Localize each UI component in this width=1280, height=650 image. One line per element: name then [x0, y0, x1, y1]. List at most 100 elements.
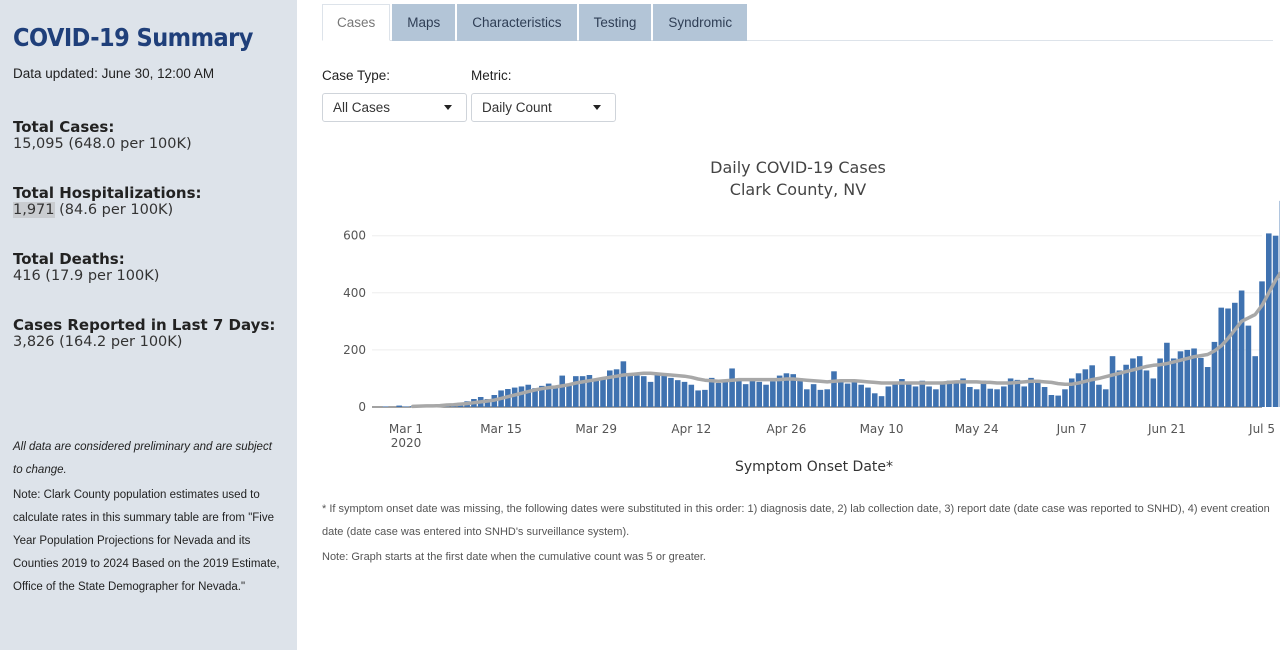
case-type-label: Case Type: — [322, 68, 391, 83]
bar — [1055, 395, 1061, 407]
x-tick-label: Apr 12 — [671, 422, 711, 436]
bar — [640, 376, 647, 407]
x-tick-label: Mar 1 — [389, 422, 423, 436]
x-tick-label: Mar 29 — [575, 422, 617, 436]
x-tick-label: 2020 — [391, 436, 422, 450]
tab-bar: Cases Maps Characteristics Testing Syndr… — [322, 4, 1273, 41]
bar — [1164, 342, 1170, 407]
x-axis-ticks: Mar 12020 Mar 15 Mar 29 Apr 12 Apr 26 May 10 M… — [389, 422, 1275, 450]
bar — [1062, 389, 1068, 407]
bar — [953, 381, 960, 407]
graph-start-footnote: Note: Graph starts at the first date whe… — [322, 551, 706, 563]
bar — [695, 390, 701, 407]
stat-label: Total Deaths: — [13, 250, 125, 268]
bar — [593, 379, 599, 407]
bar — [518, 386, 525, 407]
stat-cases-last-7-days: Cases Reported in Last 7 Days: 3,826 (16… — [13, 317, 284, 351]
bar — [681, 381, 688, 407]
data-updated-text: Data updated: June 30, 12:00 AM — [13, 66, 215, 81]
x-tick-label: Jun 7 — [1056, 422, 1087, 436]
bar — [1218, 307, 1225, 407]
bar — [1041, 387, 1048, 407]
bar — [851, 380, 858, 407]
bar — [1102, 389, 1109, 407]
bar — [1225, 308, 1231, 407]
bar — [1198, 357, 1204, 407]
bar — [933, 389, 939, 407]
bar — [573, 376, 579, 407]
tab-cases[interactable]: Cases — [322, 4, 391, 41]
bar — [749, 380, 756, 407]
y-tick-label: 200 — [343, 343, 366, 357]
bar — [668, 377, 674, 407]
bar — [654, 374, 661, 407]
stat-value-text: (84.6 per 100K) — [54, 202, 174, 218]
chart-title-line-1: Daily COVID-19 Cases — [710, 158, 886, 177]
bar — [892, 383, 898, 407]
tab-syndromic[interactable]: Syndromic — [653, 4, 748, 41]
metric-value: Daily Count — [482, 100, 552, 115]
bar — [1204, 367, 1211, 407]
bar — [1021, 386, 1027, 407]
daily-cases-chart[interactable]: Daily COVID-19 Cases Clark County, NV 0 2… — [297, 150, 1280, 485]
tab-testing[interactable]: Testing — [578, 4, 652, 41]
x-tick-label: Mar 15 — [480, 422, 522, 436]
x-tick-label: Apr 26 — [767, 422, 807, 436]
metric-select[interactable]: Daily Count — [471, 93, 616, 122]
bar — [729, 368, 735, 407]
bar — [1136, 356, 1143, 407]
bar — [1272, 235, 1279, 407]
stat-value: 416 (17.9 per 100K) — [13, 268, 284, 284]
bar — [844, 383, 851, 407]
bar — [566, 383, 572, 407]
bar — [878, 396, 885, 407]
bar — [831, 371, 837, 407]
bar — [973, 389, 980, 407]
stat-value-text: 416 (17.9 per 100K) — [13, 268, 160, 284]
tab-characteristics[interactable]: Characteristics — [457, 4, 577, 41]
x-axis-title: Symptom Onset Date* — [735, 459, 893, 475]
bar — [1238, 290, 1245, 407]
y-tick-label: 400 — [343, 286, 366, 300]
x-tick-label: May 24 — [955, 422, 999, 436]
bar — [661, 375, 667, 407]
bar — [1130, 358, 1136, 407]
bar-series — [382, 200, 1280, 407]
bar — [600, 378, 606, 407]
bar — [736, 380, 742, 407]
bar — [871, 393, 878, 407]
bar — [770, 381, 776, 407]
bar — [939, 384, 946, 407]
bar — [994, 389, 1000, 407]
main-panel: Cases Maps Characteristics Testing Syndr… — [297, 0, 1280, 650]
stat-value-highlight: 1,971 — [13, 202, 55, 218]
bar — [1150, 378, 1157, 407]
bar — [1232, 302, 1238, 407]
tab-maps[interactable]: Maps — [392, 4, 456, 41]
chevron-down-icon — [444, 105, 452, 110]
preliminary-note: All data are considered preliminary and … — [13, 441, 272, 476]
bar — [722, 379, 729, 407]
bar — [1170, 358, 1177, 407]
bar — [804, 389, 810, 407]
chevron-down-icon — [593, 105, 601, 110]
bar — [865, 387, 871, 407]
case-type-select[interactable]: All Cases — [322, 93, 467, 122]
bar — [620, 361, 627, 407]
stat-value-text: 15,095 (648.0 per 100K) — [13, 136, 192, 152]
y-tick-label: 600 — [343, 229, 366, 243]
bar — [1143, 370, 1150, 407]
bar — [1089, 365, 1095, 407]
bar — [634, 375, 640, 407]
stat-total-cases: Total Cases: 15,095 (648.0 per 100K) — [13, 119, 284, 153]
bar — [1109, 356, 1116, 407]
bar — [926, 386, 932, 407]
bar — [967, 387, 973, 407]
bar — [674, 380, 681, 407]
bar — [525, 384, 532, 407]
bar — [382, 406, 389, 407]
bar — [837, 381, 844, 407]
stat-value-text: 3,826 (164.2 per 100K) — [13, 334, 183, 350]
stat-total-deaths: Total Deaths: 416 (17.9 per 100K) — [13, 250, 284, 285]
bar — [980, 380, 987, 407]
